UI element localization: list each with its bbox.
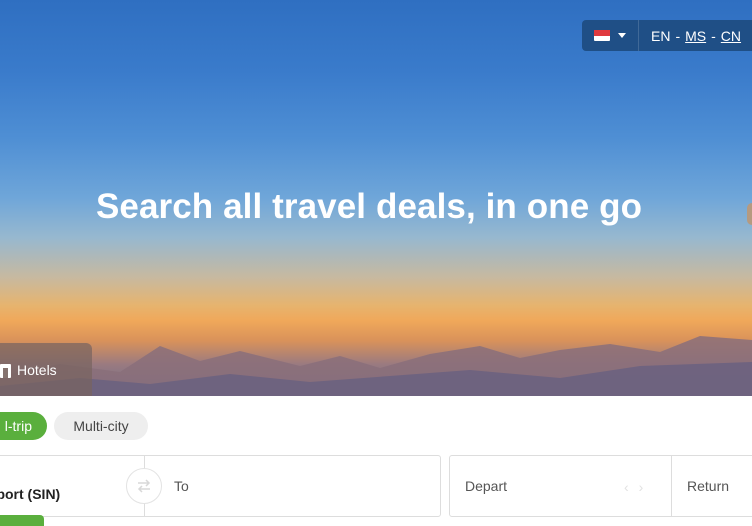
from-field[interactable]: rport (SIN) (0, 456, 144, 516)
return-field[interactable]: Return (687, 478, 729, 494)
language-ms-link[interactable]: MS (685, 28, 706, 44)
depart-field[interactable]: Depart (465, 478, 507, 494)
mountain-silhouette (0, 336, 752, 396)
caret-down-icon (618, 33, 626, 38)
search-button[interactable] (0, 515, 44, 526)
locale-bar: EN - MS - CN (582, 20, 752, 51)
date-nav: ‹ › (624, 480, 643, 494)
round-trip-option[interactable]: l-trip (0, 412, 47, 440)
tab-hotels[interactable]: Hotels (0, 343, 92, 396)
swap-arrows-icon (137, 479, 151, 493)
hero-banner: EN - MS - CN Search all travel deals, in… (0, 0, 752, 396)
country-selector[interactable] (582, 20, 639, 51)
multi-city-option[interactable]: Multi-city (54, 412, 148, 440)
field-divider (671, 456, 672, 516)
language-cn-link[interactable]: CN (721, 28, 741, 44)
swap-button[interactable] (126, 468, 162, 504)
chevron-right-icon[interactable]: › (639, 480, 644, 494)
language-separator: - (711, 27, 716, 44)
carousel-edge-handle[interactable] (747, 203, 752, 225)
to-field[interactable]: To (174, 478, 189, 494)
chevron-left-icon[interactable]: ‹ (624, 480, 629, 494)
language-en: EN (651, 27, 671, 44)
from-value: rport (SIN) (0, 486, 61, 502)
tab-hotels-label: Hotels (17, 361, 57, 378)
route-fields: rport (SIN) To (0, 455, 441, 517)
language-switcher: EN - MS - CN (639, 28, 741, 44)
hero-title: Search all travel deals, in one go (95, 187, 643, 226)
language-separator: - (675, 27, 681, 44)
date-fields: Depart ‹ › Return (449, 455, 752, 517)
singapore-flag-icon (594, 30, 610, 41)
hotel-building-icon (0, 362, 11, 378)
